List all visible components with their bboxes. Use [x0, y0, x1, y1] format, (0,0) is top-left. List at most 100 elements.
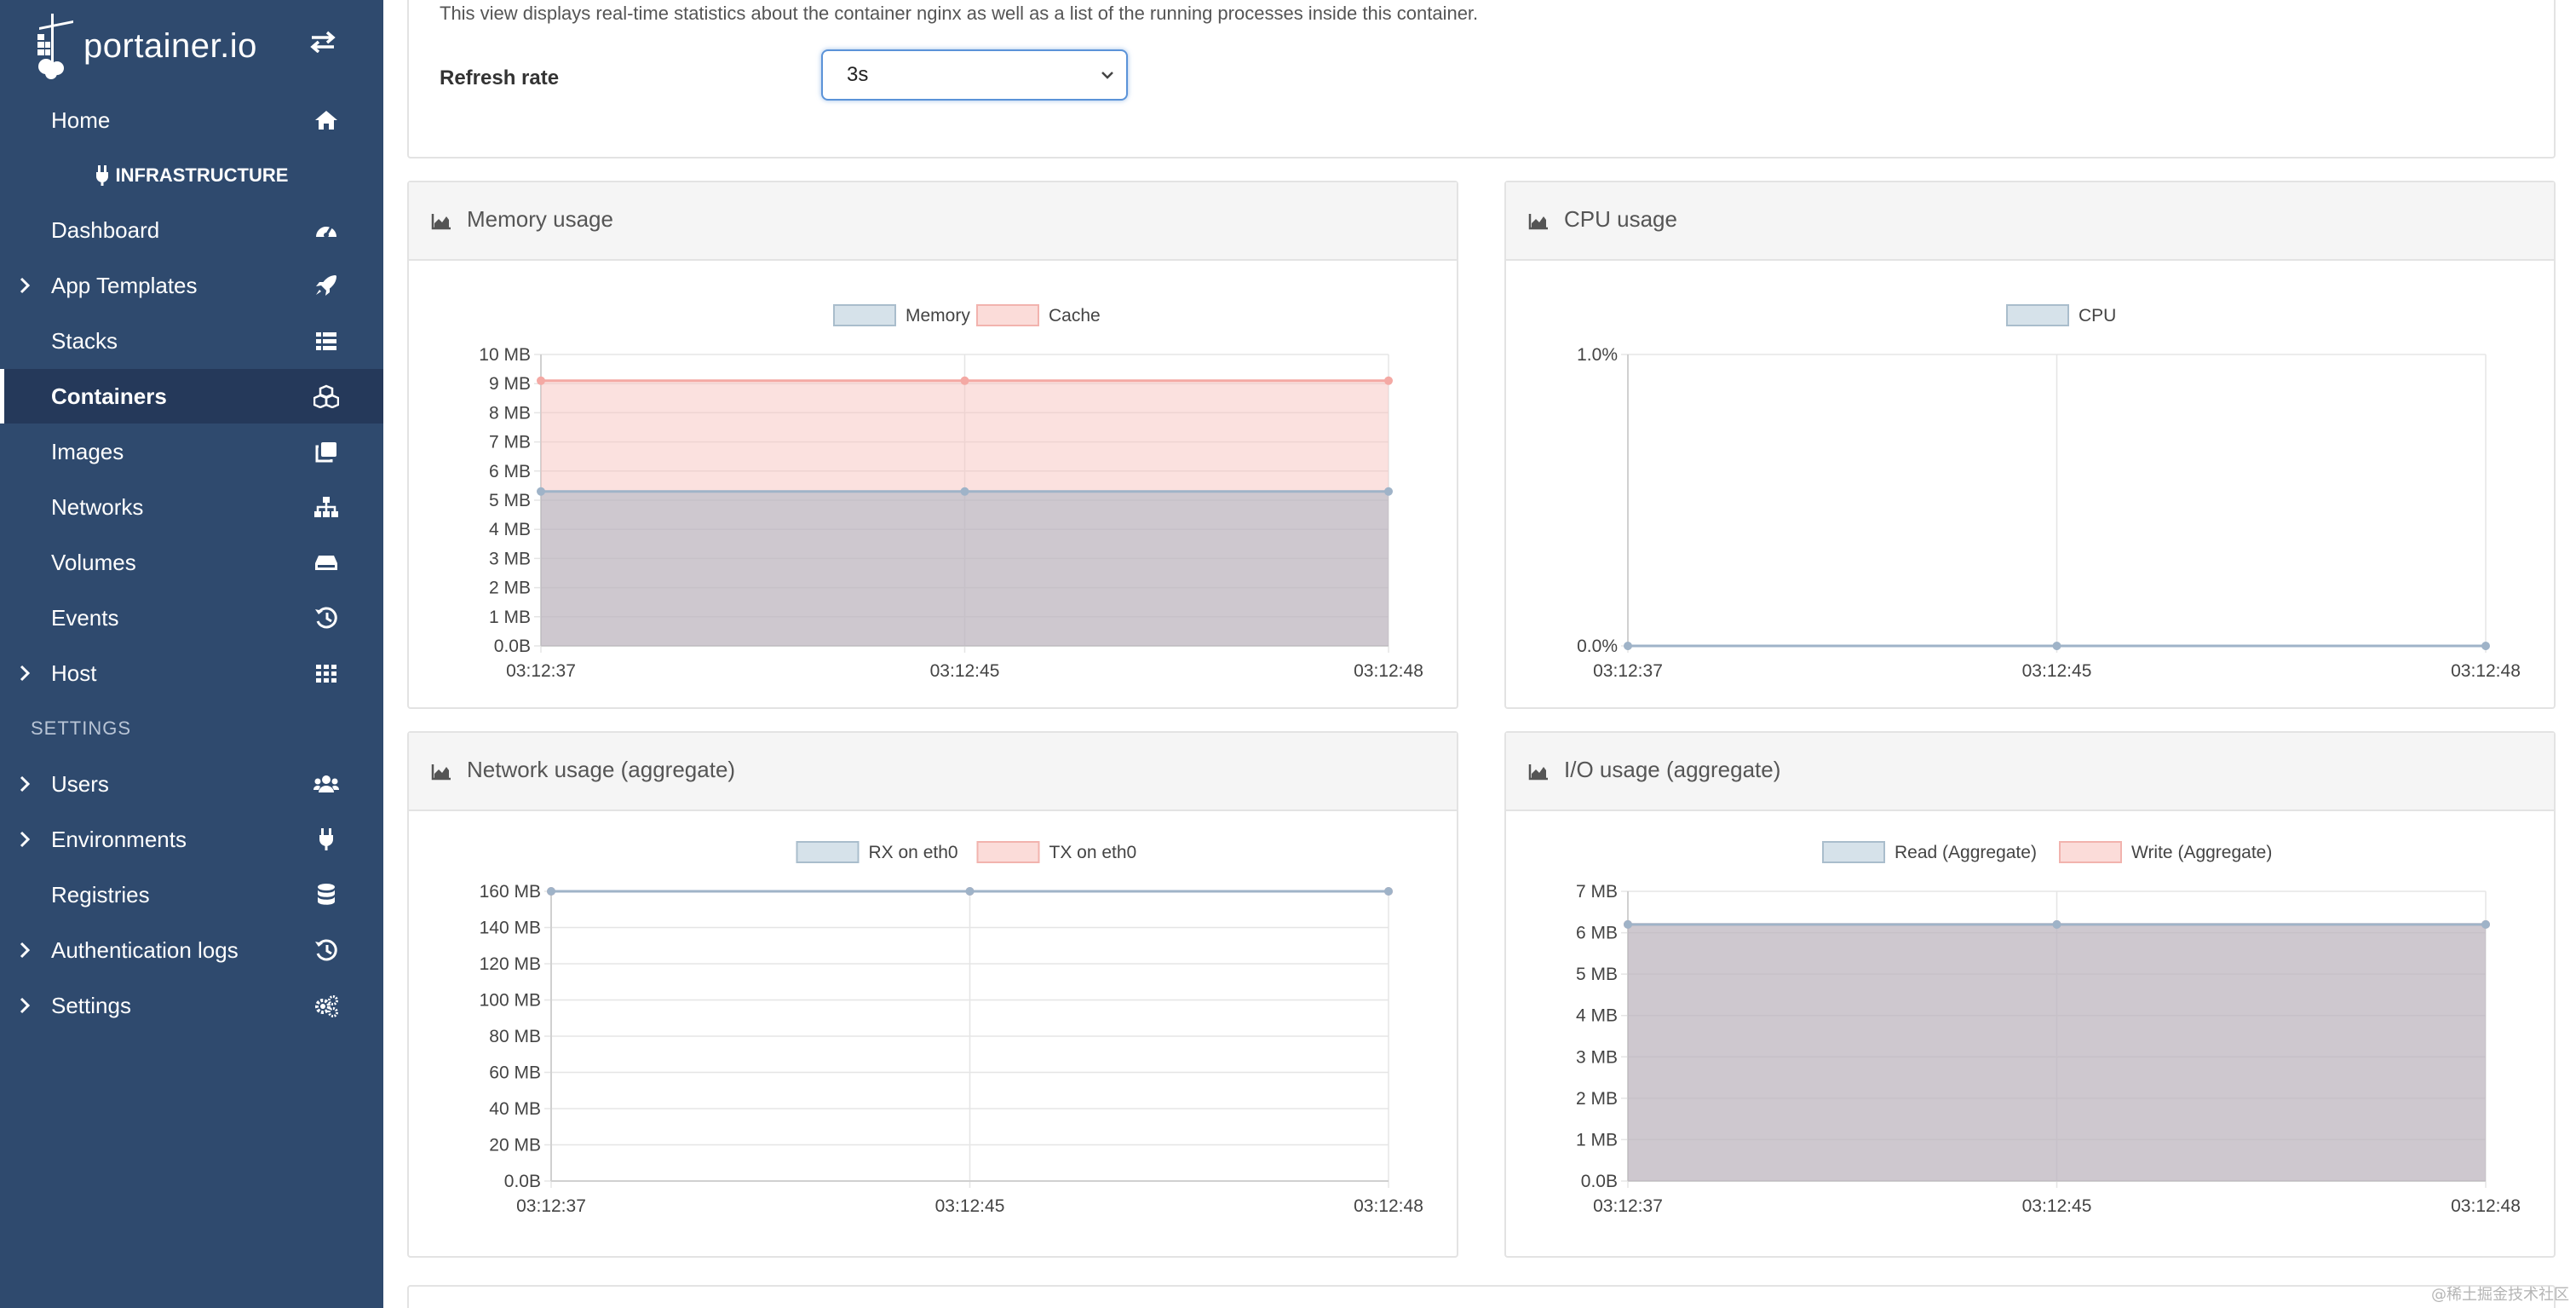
y-tick-label: 1.0% [1577, 345, 1618, 365]
sidebar-item-home[interactable]: Home [0, 93, 383, 147]
dashboard-icon [316, 226, 336, 238]
x-tick-label: 03:12:37 [506, 661, 576, 681]
refresh-rate-label: Refresh rate [440, 66, 560, 89]
sidebar-item-label: Dashboard [51, 216, 160, 243]
y-tick-label: 6 MB [489, 462, 531, 481]
x-tick-label: 03:12:45 [935, 1196, 1005, 1216]
legend-swatch [2006, 304, 2069, 326]
series-area-read-aggregate [1628, 924, 2486, 1181]
users-icon [313, 775, 339, 792]
panel-title: Memory usage [467, 206, 613, 232]
y-tick-label: 60 MB [489, 1063, 541, 1083]
sidebar-item-label: Stacks [51, 327, 118, 354]
sidebar-item-label: Users [51, 770, 109, 797]
network-usage-panel: Network usage (aggregate) 160 MB 140 MB 12… [407, 731, 1458, 1258]
legend-swatch [1822, 841, 1885, 863]
sidebar-item-host[interactable]: Host [0, 646, 383, 700]
sidebar-toggle-icon[interactable] [308, 31, 337, 57]
sidebar-item-registries[interactable]: Registries [0, 867, 383, 922]
data-point-read-aggregate [2052, 919, 2061, 929]
memory-usage-chart: 10 MB 9 MB 8 MB 7 MB 6 MB 5 MB 4 MB 3 MB 2 MB 1 M… [479, 304, 1423, 681]
network-usage-chart: 160 MB 140 MB 120 MB 100 MB 80 MB 60 MB 40 MB 2… [480, 841, 1423, 1216]
legend-label: CPU [2079, 306, 2116, 326]
sidebar-item-images[interactable]: Images [0, 424, 383, 479]
area-chart-icon [431, 764, 451, 781]
y-tick-label: 3 MB [1576, 1047, 1618, 1067]
chevron-right-icon [20, 942, 31, 959]
x-tick-label: 03:12:45 [2022, 661, 2092, 681]
cogs-icon [315, 995, 338, 1017]
y-tick-label: 7 MB [489, 433, 531, 452]
sidebar-item-label: Volumes [51, 549, 136, 575]
sidebar-item-label: Registries [51, 881, 150, 908]
legend-swatch [976, 304, 1039, 326]
y-tick-label: 2 MB [1576, 1089, 1618, 1109]
logo-text: portainer.io [83, 26, 257, 65]
processes-panel [407, 1285, 2556, 1308]
sidebar-item-authentication-logs[interactable]: Authentication logs [0, 923, 383, 977]
sitemap-icon [314, 497, 338, 517]
legend-swatch [976, 841, 1040, 863]
cpu-usage-panel: CPU usage 1.0% 0.0% 03:12:37 03:12:45 03:12:… [1504, 181, 2556, 709]
section-infrastructure: INFRASTRUCTURE [0, 154, 383, 197]
area-chart-icon [1528, 764, 1548, 781]
section-settings: SETTINGS [31, 717, 132, 739]
legend-swatch [833, 304, 896, 326]
sidebar-item-label: Home [51, 107, 111, 133]
data-point-rx-on-eth0 [965, 887, 975, 896]
sidebar-item-app-templates[interactable]: App Templates [0, 258, 383, 313]
sidebar-item-stacks[interactable]: Stacks [0, 314, 383, 368]
data-point-memory [537, 487, 545, 496]
x-tick-label: 03:12:45 [930, 661, 1000, 681]
sidebar-item-events[interactable]: Events [0, 591, 383, 645]
refresh-rate-select[interactable]: 3s [821, 49, 1128, 101]
io-usage-panel: I/O usage (aggregate) 7 MB 6 MB 5 MB 4 MB 3 … [1504, 731, 2556, 1258]
sidebar-item-label: Host [51, 660, 97, 686]
sidebar-item-dashboard[interactable]: Dashboard [0, 203, 383, 257]
sidebar-item-volumes[interactable]: Volumes [0, 535, 383, 590]
grid-icon [316, 665, 336, 683]
cpu-usage-chart: 1.0% 0.0% 03:12:37 03:12:45 03:12:48 CPU [1577, 304, 2521, 681]
data-point-cpu [2052, 642, 2061, 650]
sidebar-item-networks[interactable]: Networks [0, 480, 383, 534]
y-tick-label: 160 MB [480, 882, 541, 902]
main-content: This view displays real-time statistics … [383, 0, 2576, 1308]
cpu-chart-body: 1.0% 0.0% 03:12:37 03:12:45 03:12:48 CPU [1506, 261, 2554, 707]
portainer-logo[interactable]: portainer.io [34, 10, 257, 82]
history-icon [315, 607, 337, 629]
data-point-cache [960, 376, 969, 385]
sidebar-item-settings[interactable]: Settings [0, 978, 383, 1033]
panel-header: CPU usage [1506, 182, 2554, 261]
list-icon [316, 332, 336, 350]
plug-icon [319, 828, 333, 850]
chevron-right-icon [20, 831, 31, 848]
y-tick-label: 3 MB [489, 549, 531, 568]
legend-label: TX on eth0 [1049, 843, 1137, 862]
plug-icon [95, 165, 108, 186]
sidebar-item-label: Settings [51, 992, 131, 1018]
y-tick-label: 0.0B [494, 637, 531, 656]
y-tick-label: 0.0B [1581, 1172, 1618, 1191]
chevron-right-icon [20, 277, 31, 294]
data-point-read-aggregate [1624, 919, 1632, 929]
refresh-rate-value: 3s [847, 63, 869, 86]
panel-title: CPU usage [1564, 206, 1677, 232]
data-point-memory [960, 487, 969, 496]
stats-settings-panel: This view displays real-time statistics … [407, 0, 2556, 158]
section-infrastructure-label: INFRASTRUCTURE [115, 164, 289, 186]
sidebar-item-users[interactable]: Users [0, 757, 383, 811]
sidebar-item-containers[interactable]: Containers [0, 369, 383, 424]
y-tick-label: 4 MB [1576, 1006, 1618, 1026]
series-area-memory [541, 491, 1389, 646]
sidebar-item-environments[interactable]: Environments [0, 812, 383, 867]
panel-title: Network usage (aggregate) [467, 757, 736, 782]
home-icon [315, 111, 337, 130]
sidebar-item-label: Networks [51, 493, 144, 520]
sidebar: portainer.io Home INFRASTRUCTURE Dashboa… [0, 0, 383, 1308]
x-tick-label: 03:12:48 [2451, 1196, 2521, 1216]
y-tick-label: 9 MB [489, 374, 531, 394]
y-tick-label: 140 MB [480, 919, 541, 938]
data-point-read-aggregate [2481, 919, 2490, 929]
x-tick-label: 03:12:37 [516, 1196, 586, 1216]
data-point-memory [1384, 487, 1393, 496]
